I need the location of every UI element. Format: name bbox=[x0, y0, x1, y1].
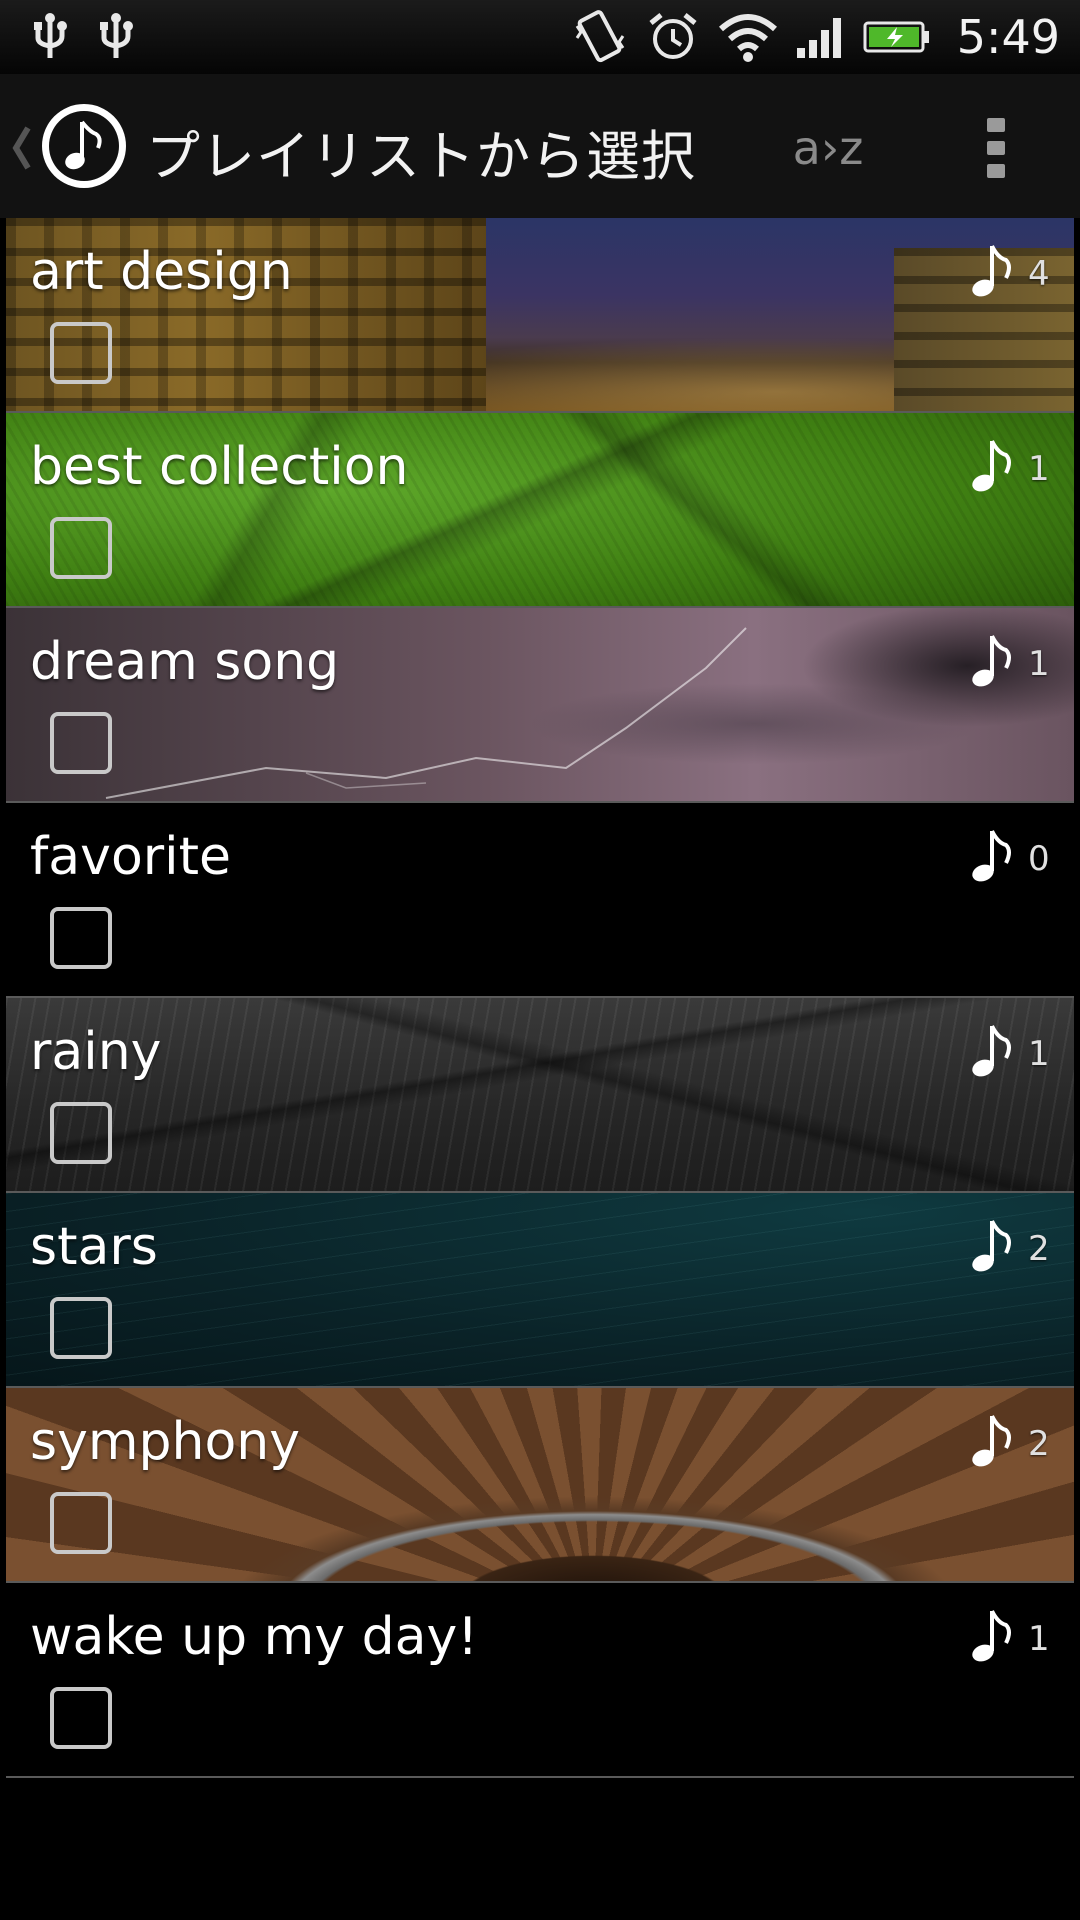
usb-icon bbox=[34, 13, 67, 58]
playlist-name: favorite bbox=[30, 827, 231, 887]
playlist-name: stars bbox=[30, 1217, 158, 1277]
list-item[interactable]: rainy 1 bbox=[6, 998, 1074, 1193]
page-title: プレイリストから選択 bbox=[146, 125, 696, 188]
song-count: 0 bbox=[1028, 839, 1050, 879]
playlist-checkbox[interactable] bbox=[50, 1492, 112, 1554]
signal-icon bbox=[796, 18, 841, 58]
song-count: 4 bbox=[1028, 254, 1050, 294]
playlist-name: best collection bbox=[30, 437, 409, 497]
song-count: 1 bbox=[1028, 1034, 1050, 1074]
music-note-icon bbox=[65, 120, 102, 170]
music-note-icon bbox=[972, 635, 1011, 687]
back-chevron-icon[interactable] bbox=[10, 122, 34, 174]
row-background-rain-street bbox=[6, 998, 1074, 1191]
alarm-icon bbox=[649, 13, 697, 59]
music-note-icon bbox=[972, 830, 1011, 882]
playlist-list: art design 4 best collection 1 dream son… bbox=[6, 218, 1074, 1778]
music-note-icon bbox=[972, 1415, 1011, 1467]
song-count: 1 bbox=[1028, 644, 1050, 684]
music-note-icon bbox=[972, 1025, 1011, 1077]
overflow-menu-icon bbox=[987, 118, 1005, 132]
overflow-menu-button[interactable] bbox=[966, 108, 1026, 188]
playlist-name: wake up my day! bbox=[30, 1607, 479, 1667]
list-item[interactable]: stars 2 bbox=[6, 1193, 1074, 1388]
song-count: 2 bbox=[1028, 1424, 1050, 1464]
playlist-name: rainy bbox=[30, 1022, 162, 1082]
clock-time: 5:49 bbox=[956, 10, 1060, 64]
list-item[interactable]: dream song 1 bbox=[6, 608, 1074, 803]
playlist-checkbox[interactable] bbox=[50, 517, 112, 579]
battery-charging-icon bbox=[863, 21, 929, 53]
music-note-icon bbox=[972, 245, 1011, 297]
usb-icon bbox=[100, 13, 133, 58]
playlist-checkbox[interactable] bbox=[50, 907, 112, 969]
list-item[interactable]: best collection 1 bbox=[6, 413, 1074, 608]
list-item[interactable]: symphony 2 bbox=[6, 1388, 1074, 1583]
overflow-menu-dot bbox=[987, 164, 1005, 178]
list-item[interactable]: favorite 0 bbox=[6, 803, 1074, 998]
sort-alphabetical-button[interactable]: a›z bbox=[788, 116, 868, 180]
song-count: 2 bbox=[1028, 1229, 1050, 1269]
music-note-icon bbox=[972, 440, 1011, 492]
wifi-icon bbox=[718, 14, 777, 62]
song-count: 1 bbox=[1028, 1619, 1050, 1659]
app-logo[interactable] bbox=[42, 104, 126, 188]
overflow-menu-dot bbox=[987, 141, 1005, 155]
playlist-checkbox[interactable] bbox=[50, 322, 112, 384]
playlist-checkbox[interactable] bbox=[50, 1102, 112, 1164]
playlist-checkbox[interactable] bbox=[50, 1687, 112, 1749]
music-note-icon bbox=[972, 1610, 1011, 1662]
playlist-name: art design bbox=[30, 242, 293, 302]
list-item[interactable]: art design 4 bbox=[6, 218, 1074, 413]
music-note-icon bbox=[972, 1220, 1011, 1272]
song-count: 1 bbox=[1028, 449, 1050, 489]
playlist-name: symphony bbox=[30, 1412, 301, 1472]
status-bar: 5:49 bbox=[0, 0, 1080, 74]
playlist-name: dream song bbox=[30, 632, 340, 692]
action-bar: プレイリストから選択 a›z bbox=[0, 74, 1080, 218]
list-item[interactable]: wake up my day! 1 bbox=[6, 1583, 1074, 1778]
row-background-star-trails bbox=[6, 1193, 1074, 1386]
playlist-checkbox[interactable] bbox=[50, 712, 112, 774]
playlist-checkbox[interactable] bbox=[50, 1297, 112, 1359]
vibrate-icon bbox=[575, 10, 624, 63]
